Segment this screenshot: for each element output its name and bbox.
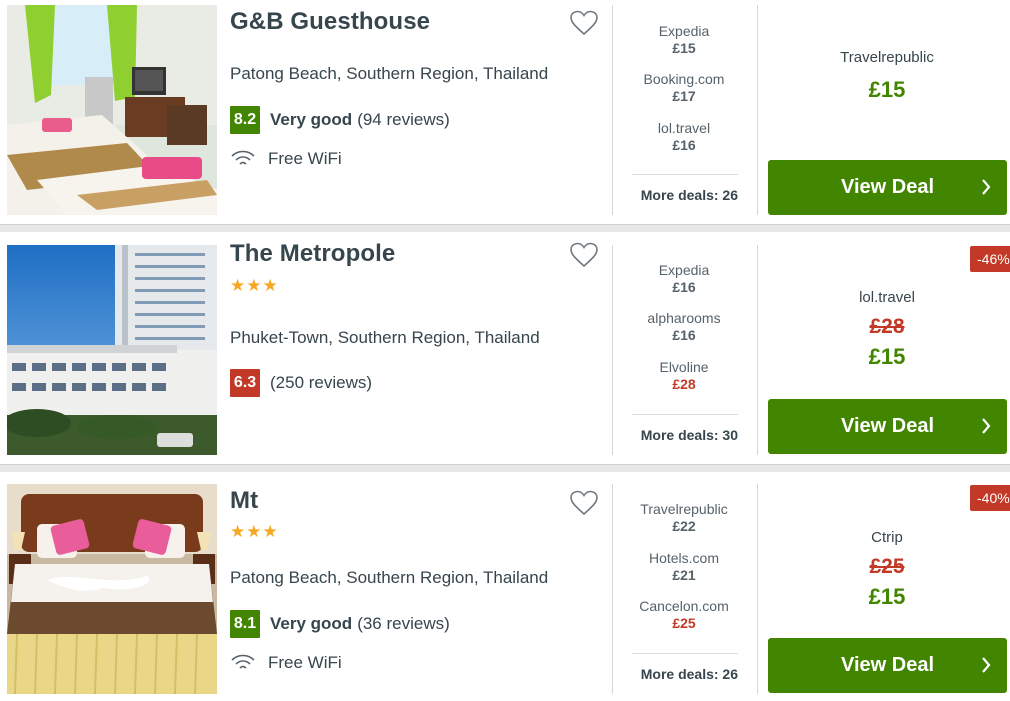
rating-row: 8.1 Very good (36 reviews) <box>230 610 450 638</box>
best-deal-price: £15 <box>868 344 906 369</box>
hotel-name[interactable]: G&B Guesthouse <box>230 8 430 36</box>
best-deal-provider: Ctrip <box>871 529 903 546</box>
hotel-location: Phuket-Town, Southern Region, Thailand <box>230 328 540 347</box>
heart-icon[interactable] <box>570 10 598 36</box>
deal-provider: Booking.com <box>643 71 725 87</box>
deal-item[interactable]: Expedia £15 <box>620 23 748 57</box>
review-count[interactable]: (94 reviews) <box>357 110 450 130</box>
deal-price: £28 <box>672 376 696 392</box>
best-deal-price: £15 <box>868 77 906 102</box>
hotel-photo[interactable] <box>7 5 217 215</box>
rating-score-badge: 6.3 <box>230 369 260 397</box>
deal-item[interactable]: Cancelon.com £25 <box>620 598 748 632</box>
deal-price: £16 <box>672 327 696 343</box>
building-photo-illustration <box>7 245 217 455</box>
best-deal-price: £15 <box>868 584 906 609</box>
deal-price: £21 <box>672 567 696 583</box>
wifi-icon <box>231 150 255 165</box>
star-rating: ★★★ <box>230 522 279 541</box>
rating-row: 6.3 (250 reviews) <box>230 369 372 397</box>
view-deal-label: View Deal <box>840 176 935 198</box>
divider <box>612 484 613 694</box>
view-deal-label: View Deal <box>840 654 935 676</box>
hotel-name[interactable]: Mt <box>230 487 258 515</box>
hotel-photo[interactable] <box>7 484 217 694</box>
hotel-location: Patong Beach, Southern Region, Thailand <box>230 568 549 587</box>
divider <box>757 484 758 694</box>
room-photo-illustration <box>7 5 217 215</box>
card-separator <box>0 464 1010 472</box>
view-deal-button[interactable]: View Deal <box>768 638 1007 693</box>
deal-provider: Hotels.com <box>648 550 720 566</box>
original-price: £28 <box>869 315 905 338</box>
deal-item[interactable]: lol.travel £16 <box>620 120 748 154</box>
deal-price: £16 <box>672 279 696 295</box>
deal-price: £22 <box>672 518 696 534</box>
hotel-card: The Metropole ★★★ Phuket-Town, Southern … <box>0 232 1010 460</box>
deal-provider: Cancelon.com <box>639 598 729 614</box>
divider <box>612 5 613 215</box>
deal-provider: Expedia <box>658 262 710 278</box>
divider <box>612 245 613 455</box>
deal-item[interactable]: Travelrepublic £22 <box>620 501 748 535</box>
deal-item[interactable]: alpharooms £16 <box>620 310 748 344</box>
review-count[interactable]: (36 reviews) <box>357 614 450 634</box>
more-deals-link[interactable]: More deals: 26 <box>632 187 738 203</box>
divider <box>632 174 738 175</box>
deal-price: £15 <box>672 40 696 56</box>
bedroom-photo-illustration <box>7 484 217 694</box>
deal-item[interactable]: Expedia £16 <box>620 262 748 296</box>
star-rating: ★★★ <box>230 276 279 295</box>
divider <box>632 653 738 654</box>
hotel-name[interactable]: The Metropole <box>230 240 395 268</box>
view-deal-label: View Deal <box>840 415 935 437</box>
hotel-card: G&B Guesthouse Patong Beach, Southern Re… <box>0 0 1010 228</box>
deal-provider: Expedia <box>658 23 710 39</box>
deal-provider: Travelrepublic <box>640 501 728 517</box>
rating-score-badge: 8.1 <box>230 610 260 638</box>
amenity-row: Free WiFi <box>230 651 342 675</box>
deal-item[interactable]: Booking.com £17 <box>620 71 748 105</box>
chevron-right-icon <box>982 657 991 673</box>
divider <box>632 414 738 415</box>
more-deals-link[interactable]: More deals: 30 <box>632 427 738 443</box>
amenity-label: Free WiFi <box>268 653 342 672</box>
rating-word: Very good <box>270 110 353 129</box>
deal-provider: Elvoline <box>659 359 709 375</box>
card-separator <box>0 224 1010 232</box>
hotel-location: Patong Beach, Southern Region, Thailand <box>230 64 549 83</box>
deal-price: £16 <box>672 137 696 153</box>
hotel-photo[interactable] <box>7 245 217 455</box>
heart-icon[interactable] <box>570 490 598 516</box>
rating-score-badge: 8.2 <box>230 106 260 134</box>
view-deal-button[interactable]: View Deal <box>768 160 1007 215</box>
divider <box>757 5 758 215</box>
chevron-right-icon <box>982 179 991 195</box>
best-deal-provider: Travelrepublic <box>840 49 934 66</box>
heart-icon[interactable] <box>570 242 598 268</box>
discount-badge: -46% <box>970 246 1010 272</box>
deal-price: £25 <box>672 615 696 631</box>
amenity-row: Free WiFi <box>230 147 342 171</box>
deal-item[interactable]: Elvoline £28 <box>620 359 748 393</box>
view-deal-button[interactable]: View Deal <box>768 399 1007 454</box>
original-price: £25 <box>869 555 905 578</box>
best-deal-provider: lol.travel <box>859 289 915 306</box>
rating-row: 8.2 Very good (94 reviews) <box>230 106 450 134</box>
hotel-card: Mt ★★★ Patong Beach, Southern Region, Th… <box>0 472 1010 700</box>
chevron-right-icon <box>982 418 991 434</box>
rating-word: Very good <box>270 614 353 633</box>
more-deals-link[interactable]: More deals: 26 <box>632 666 738 682</box>
review-count[interactable]: (250 reviews) <box>270 373 372 393</box>
discount-badge: -40% <box>970 485 1010 511</box>
deal-item[interactable]: Hotels.com £21 <box>620 550 748 584</box>
divider <box>757 245 758 455</box>
wifi-icon <box>231 654 255 669</box>
deal-provider: alpharooms <box>647 310 721 326</box>
deal-provider: lol.travel <box>657 120 711 136</box>
deal-price: £17 <box>672 88 696 104</box>
amenity-label: Free WiFi <box>268 149 342 168</box>
